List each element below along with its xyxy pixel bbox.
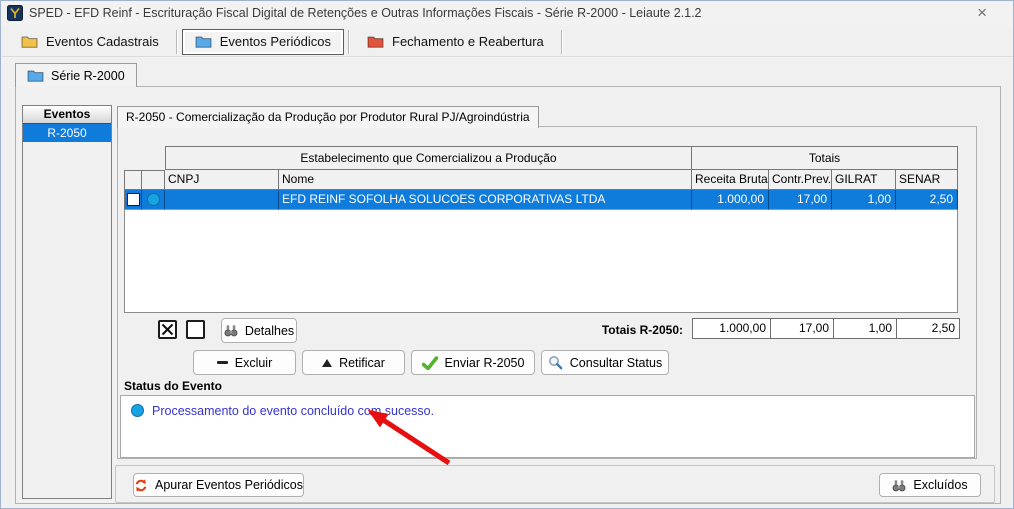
sidebar-item-r2050[interactable]: R-2050 [23,124,111,142]
cell-receita-bruta: 1.000,00 [692,190,769,210]
status-message: Processamento do evento concluído com su… [152,404,434,418]
column-header-check [124,170,142,190]
blue-dot-icon [147,193,160,206]
enviar-r2050-button[interactable]: Enviar R-2050 [411,350,535,375]
toolbar-separator [348,30,350,54]
toolbar: Eventos Cadastrais Eventos Periódicos Fe… [1,27,1013,56]
eventos-list: Eventos R-2050 [22,105,112,499]
button-label: Consultar Status [570,356,662,370]
grid-empty-area [124,210,958,313]
tab-label: Eventos Periódicos [220,34,331,49]
x-mark-icon [161,323,174,336]
detalhes-button[interactable]: Detalhes [221,318,297,343]
refresh-arrows-icon [134,478,148,493]
column-header-cnpj: CNPJ [165,170,279,190]
r2050-grid: Estabelecimento que Comercializou a Prod… [124,146,960,313]
column-header-contr-prev: Contr.Prev. [769,170,832,190]
cell-gilrat: 1,00 [832,190,896,210]
tab-label: Fechamento e Reabertura [392,34,544,49]
green-check-icon [422,356,438,370]
status-dot-icon [131,404,144,417]
cell-senar: 2,50 [896,190,958,210]
toolbar-divider [1,56,1013,58]
retificar-button[interactable]: Retificar [302,350,405,375]
binoculars-icon [224,324,238,337]
folder-red-icon [367,35,384,48]
folder-blue-icon [27,69,44,82]
row-status-cell [142,190,165,210]
column-header-receita-bruta: Receita Bruta [692,170,769,190]
serie-r2000-page: Eventos R-2050 R-2050 - Comercialização … [15,86,1001,504]
button-label: Enviar R-2050 [445,356,525,370]
row-checkbox-cell[interactable] [124,190,142,210]
status-box: Processamento do evento concluído com su… [120,395,975,458]
app-window: SPED - EFD Reinf - Escrituração Fiscal D… [0,0,1014,509]
binoculars-icon [892,479,906,492]
tab-fechamento-reabertura[interactable]: Fechamento e Reabertura [354,29,557,55]
total-receita-bruta: 1.000,00 [692,318,771,339]
row-checkbox[interactable] [127,193,140,206]
column-header-nome: Nome [279,170,692,190]
tab-eventos-cadastrais[interactable]: Eventos Cadastrais [8,29,172,55]
folder-blue-icon [195,35,212,48]
consultar-status-button[interactable]: Consultar Status [541,350,669,375]
tab-label: Eventos Cadastrais [46,34,159,49]
r2050-page: Estabelecimento que Comercializou a Prod… [117,126,977,459]
cell-contr-prev: 17,00 [769,190,832,210]
cell-cnpj [165,190,279,210]
excluir-button[interactable]: Excluir [193,350,296,375]
group-header-estabelecimento: Estabelecimento que Comercializou a Prod… [165,146,692,170]
series-tab-label: Série R-2000 [51,69,125,83]
total-contr-prev: 17,00 [770,318,834,339]
excluidos-button[interactable]: Excluídos [879,473,981,497]
close-icon[interactable]: × [977,3,987,23]
button-label: Apurar Eventos Periódicos [155,478,303,492]
cell-nome: EFD REINF SOFOLHA SOLUCOES CORPORATIVAS … [279,190,692,210]
column-header-status [142,170,165,190]
folder-yellow-icon [21,35,38,48]
column-header-gilrat: GILRAT [832,170,896,190]
titlebar: SPED - EFD Reinf - Escrituração Fiscal D… [1,1,1013,26]
status-group-label: Status do Evento [124,379,222,393]
select-all-checkbox[interactable] [158,320,177,339]
footer-panel: Apurar Eventos Periódicos Excluídos [115,465,995,503]
totals-label: Totais R-2050: [498,323,683,337]
grid-corner-spacer [124,146,165,170]
button-label: Detalhes [245,324,294,338]
toolbar-separator [561,30,563,54]
tab-eventos-periodicos[interactable]: Eventos Periódicos [182,29,344,55]
tab-serie-r2000[interactable]: Série R-2000 [15,63,137,87]
total-gilrat: 1,00 [833,318,897,339]
toolbar-separator [176,30,178,54]
minus-icon [217,361,228,364]
triangle-up-icon [322,359,332,367]
eventos-list-header: Eventos [23,106,111,124]
column-header-senar: SENAR [896,170,958,190]
button-label: Excluídos [913,478,967,492]
button-label: Retificar [339,356,385,370]
apurar-eventos-button[interactable]: Apurar Eventos Periódicos [133,473,304,497]
app-icon [7,5,23,21]
button-label: Excluir [235,356,273,370]
total-senar: 2,50 [896,318,960,339]
tab-r2050[interactable]: R-2050 - Comercialização da Produção por… [117,106,539,128]
magnifier-icon [548,355,563,370]
deselect-all-checkbox[interactable] [186,320,205,339]
window-title: SPED - EFD Reinf - Escrituração Fiscal D… [29,6,702,20]
group-header-totais: Totais [692,146,958,170]
